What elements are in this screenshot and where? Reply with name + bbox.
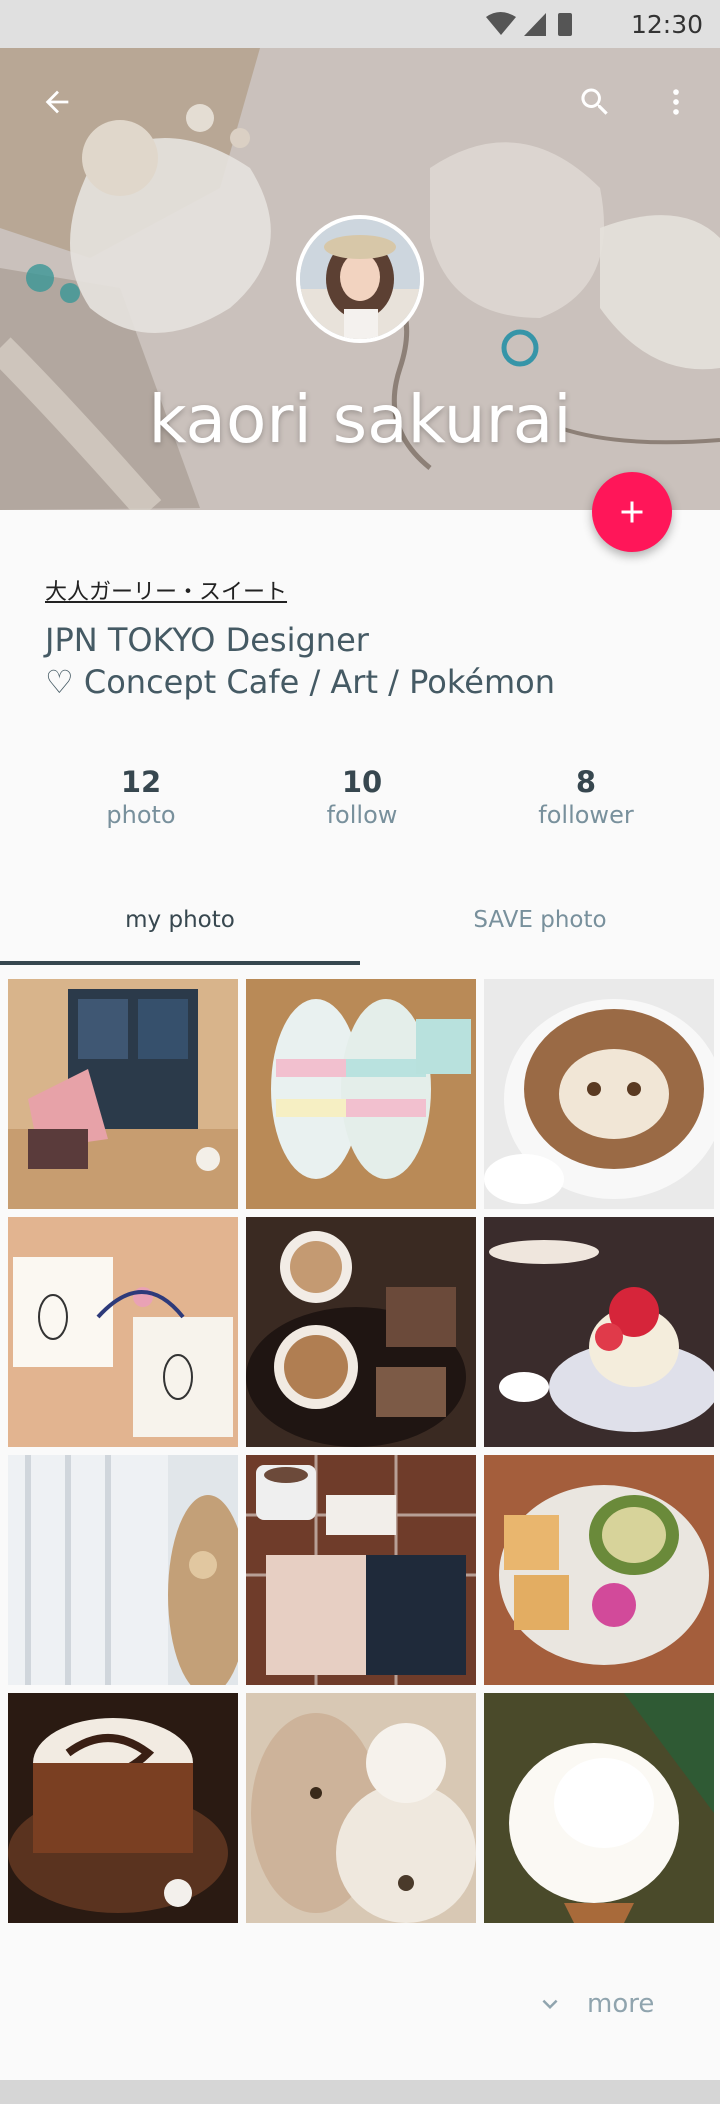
profile-avatar[interactable] (296, 215, 424, 343)
stat-photo-label: photo (106, 801, 176, 829)
plus-icon (621, 501, 643, 523)
photo-thumbnail-plush-toys[interactable] (246, 1693, 476, 1923)
photo-thumbnail-window-stuffed-animals[interactable] (8, 979, 238, 1209)
more-button[interactable]: more (535, 1984, 654, 2024)
profile-stats: 12 photo 10 follow 8 follower (0, 765, 720, 835)
back-button[interactable] (33, 78, 81, 126)
stat-follow-count: 10 (341, 765, 383, 799)
stat-photo-count: 12 (120, 765, 162, 799)
add-photo-button[interactable] (592, 472, 672, 552)
tab-save-photo[interactable]: SAVE photo (360, 890, 720, 966)
overflow-menu-button[interactable] (652, 78, 700, 126)
stat-follow[interactable]: 10 follow (262, 765, 462, 829)
more-label: more (587, 1989, 655, 2019)
profile-bio: JPN TOKYO Designer ♡ Concept Cafe / Art … (45, 619, 555, 703)
photo-thumbnail-rabbit-tote-bags[interactable] (8, 1217, 238, 1447)
search-button[interactable] (571, 78, 619, 126)
stat-follower[interactable]: 8 follower (486, 765, 686, 829)
profile-header: kaori sakurai (0, 48, 720, 510)
photo-thumbnail-cat-latte-art[interactable] (484, 979, 714, 1209)
cell-signal-icon (524, 13, 546, 36)
photo-thumbnail-cafe-lattes[interactable] (246, 1217, 476, 1447)
bottom-system-bar (0, 2080, 720, 2104)
photo-thumbnail-lace-curtain-plush[interactable] (8, 1455, 238, 1685)
battery-icon (558, 13, 572, 36)
arrow-back-icon (45, 90, 69, 114)
stat-follow-label: follow (326, 801, 398, 829)
wifi-icon (486, 12, 516, 35)
stat-follower-label: follower (538, 801, 634, 829)
status-time: 12:30 (630, 10, 703, 39)
stat-follower-count: 8 (575, 765, 597, 799)
photo-thumbnail-strawberry-cake[interactable] (484, 1217, 714, 1447)
more-vert-icon (673, 89, 679, 115)
stat-photo[interactable]: 12 photo (41, 765, 241, 829)
bio-line-2: ♡ Concept Cafe / Art / Pokémon (45, 663, 555, 701)
profile-tagline-link[interactable]: 大人ガーリー・スイート (45, 574, 287, 606)
bio-line-1: JPN TOKYO Designer (45, 621, 369, 659)
tab-my-photo[interactable]: my photo (0, 890, 360, 966)
search-icon (581, 88, 608, 115)
photo-tabs: my photo SAVE photo (0, 890, 720, 966)
tab-indicator (0, 961, 360, 965)
photo-thumbnail-pastel-slippers[interactable] (246, 979, 476, 1209)
photo-thumbnail-coffee-notebooks[interactable] (246, 1455, 476, 1685)
profile-name: kaori sakurai (148, 381, 572, 458)
status-bar: 12:30 (0, 0, 720, 48)
chevron-down-icon (542, 1999, 558, 2009)
photo-thumbnail-crackers-soup[interactable] (484, 1455, 714, 1685)
photo-thumbnail-white-angora-rabbit[interactable] (484, 1693, 714, 1923)
photo-thumbnail-chocolate-latte[interactable] (8, 1693, 238, 1923)
status-icons (486, 12, 572, 36)
